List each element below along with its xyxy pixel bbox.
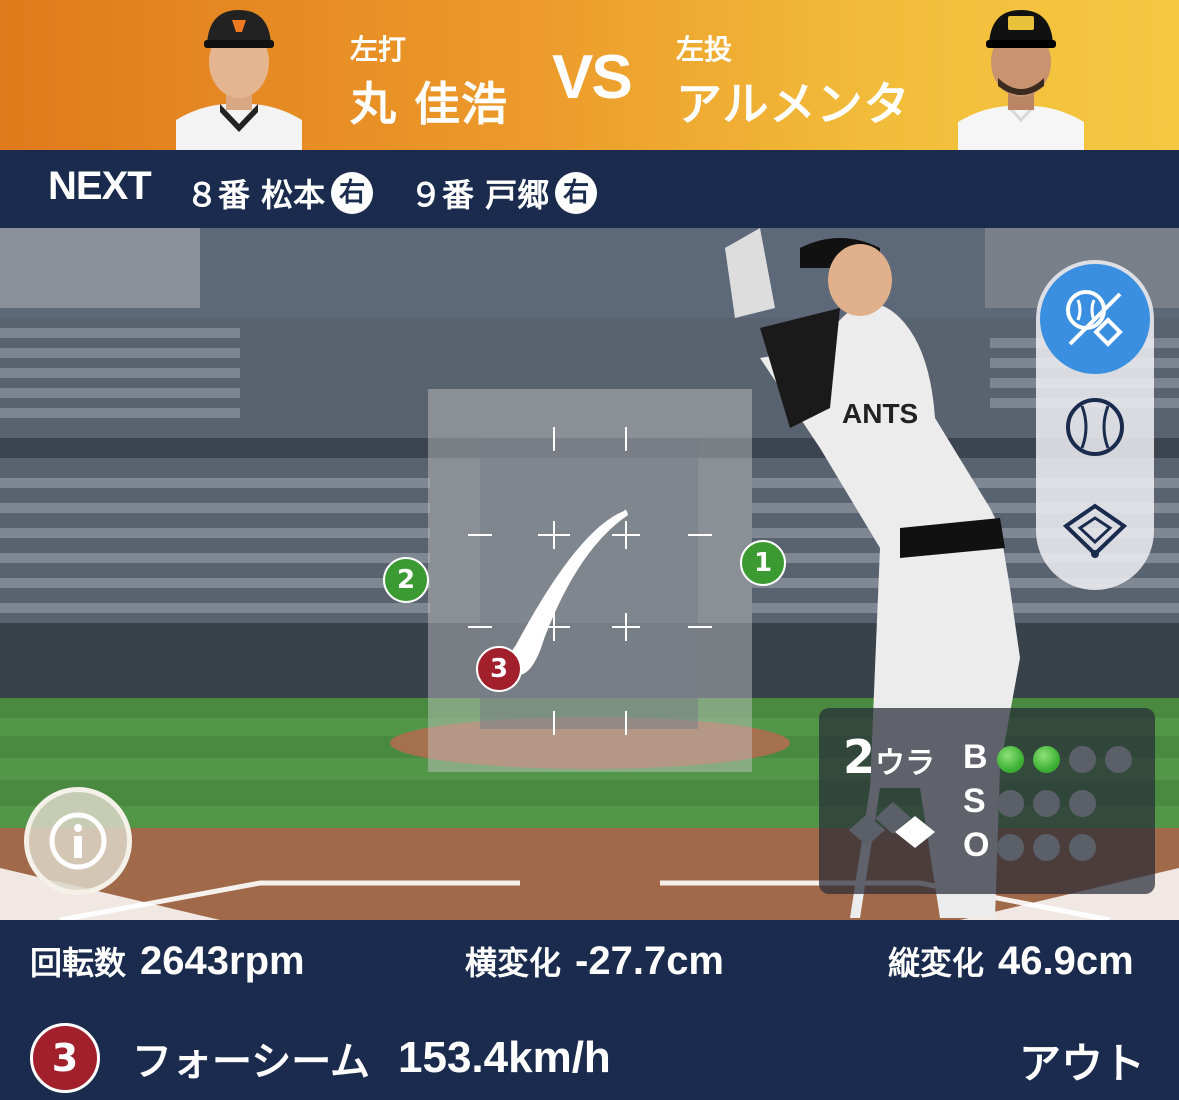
pitch-type: フォーシーム	[132, 1039, 370, 1085]
pitcher-hand: 左投	[676, 33, 733, 66]
horizontal-break-label: 横変化	[465, 944, 562, 982]
balls-label: B	[963, 738, 988, 776]
spin-rate-stat: 回転数 2643rpm	[30, 938, 305, 984]
out-dot	[997, 834, 1024, 861]
ball-dot	[997, 746, 1024, 773]
view-mode-panel	[1036, 260, 1154, 590]
batter-hand: 左打	[350, 33, 407, 66]
next-batter-1: ８番 松本 右	[186, 170, 374, 216]
pitch-location-view-button[interactable]	[1040, 264, 1150, 374]
strikes-label: S	[963, 782, 986, 820]
next-batter-2-order: ９番 戸郷	[410, 176, 550, 214]
zone-grid	[468, 427, 712, 735]
field-view-button[interactable]	[1040, 476, 1150, 586]
next-batter-2-hand-badge: 右	[555, 172, 598, 214]
next-batter-1-order: ８番 松本	[186, 176, 326, 214]
inning-half: ウラ	[875, 746, 936, 781]
next-batter-2: ９番 戸郷 右	[410, 170, 598, 216]
ball-icon	[1066, 398, 1124, 456]
matchup-header: 左打 丸 佳浩 VS 左投 アルメンタ	[0, 0, 1179, 150]
horizontal-break-value: -27.7cm	[575, 939, 724, 983]
strike-dot	[1033, 790, 1060, 817]
ball-dot	[1033, 746, 1060, 773]
pitch-location-icon	[1066, 290, 1123, 347]
base-diamond	[849, 802, 935, 848]
pitch-marker-1[interactable]: 1	[740, 540, 786, 586]
spin-rate-label: 回転数	[30, 944, 127, 982]
info-icon	[49, 812, 107, 870]
vertical-break-value: 46.9cm	[998, 939, 1134, 983]
inning-number: 2	[843, 730, 876, 784]
strike-dot	[1069, 790, 1096, 817]
next-label: NEXT	[48, 164, 152, 208]
pitch-stats-bar: 回転数 2643rpm 横変化 -27.7cm 縦変化 46.9cm 3 フォー…	[0, 920, 1179, 1100]
next-batter-1-hand-badge: 右	[331, 172, 374, 214]
pitcher-name: アルメンタ	[676, 77, 911, 131]
count-panel: 2ウラ B S O	[819, 708, 1155, 894]
pitch-summary: 3 フォーシーム 153.4km/h	[30, 1023, 611, 1093]
svg-text:ANTS: ANTS	[842, 398, 918, 429]
ball-view-button[interactable]	[1040, 372, 1150, 482]
pitch-marker-2[interactable]: 2	[383, 557, 429, 603]
info-button[interactable]	[24, 787, 132, 895]
vertical-break-stat: 縦変化 46.9cm	[888, 938, 1134, 984]
ball-dot	[1105, 746, 1132, 773]
strike-dot	[997, 790, 1024, 817]
vertical-break-label: 縦変化	[888, 944, 985, 982]
spin-rate-value: 2643rpm	[140, 939, 305, 983]
pitcher-avatar	[958, 0, 1084, 150]
pitch-speed: 153.4km/h	[398, 1033, 611, 1082]
field-icon	[1062, 503, 1128, 558]
next-batters-bar: NEXT ８番 松本 右 ９番 戸郷 右	[0, 150, 1179, 228]
horizontal-break-stat: 横変化 -27.7cm	[465, 938, 724, 984]
inning-indicator: 2ウラ	[843, 730, 935, 784]
out-dot	[1069, 834, 1096, 861]
ball-dot	[1069, 746, 1096, 773]
vs-label: VS	[552, 43, 633, 112]
pitch-number-badge: 3	[30, 1023, 100, 1093]
batter-name: 丸 佳浩	[350, 77, 509, 131]
stadium-view: ANTS 1 2 3 2ウラ B S O	[0, 228, 1179, 920]
outs-label: O	[963, 826, 990, 864]
out-dot	[1033, 834, 1060, 861]
pitch-result: アウト	[1018, 1039, 1145, 1088]
batter-avatar	[176, 0, 302, 150]
pitch-marker-3[interactable]: 3	[476, 646, 522, 692]
